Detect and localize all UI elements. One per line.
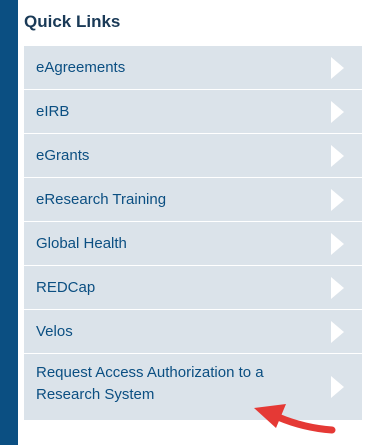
chevron-right-icon bbox=[331, 276, 344, 299]
chevron-right-icon bbox=[331, 144, 344, 167]
red-arrow-icon bbox=[254, 404, 336, 434]
link-label: eGrants bbox=[36, 146, 90, 164]
chevron-right-icon bbox=[331, 232, 344, 255]
link-label: Velos bbox=[36, 322, 73, 340]
chevron-right-icon bbox=[331, 100, 344, 123]
link-velos[interactable]: Velos bbox=[24, 310, 362, 353]
chevron-right-icon bbox=[331, 376, 344, 398]
chevron-right-icon bbox=[331, 188, 344, 211]
link-global-health[interactable]: Global Health bbox=[24, 222, 362, 265]
link-egrants[interactable]: eGrants bbox=[24, 134, 362, 177]
link-label: REDCap bbox=[36, 278, 96, 296]
link-eagreements[interactable]: eAgreements bbox=[24, 46, 362, 89]
chevron-right-icon bbox=[331, 320, 344, 343]
link-label: eIRB bbox=[36, 102, 70, 120]
link-label: eAgreements bbox=[36, 58, 126, 76]
link-label: Global Health bbox=[36, 234, 127, 252]
quick-links-list: eAgreements eIRB eGrants eResearch Train… bbox=[24, 46, 362, 421]
link-eirb[interactable]: eIRB bbox=[24, 90, 362, 133]
quick-links-title: Quick Links bbox=[24, 12, 121, 31]
chevron-right-icon bbox=[331, 56, 344, 79]
link-label: eResearch Training bbox=[36, 190, 167, 208]
link-eresearch-training[interactable]: eResearch Training bbox=[24, 178, 362, 221]
link-redcap[interactable]: REDCap bbox=[24, 266, 362, 309]
